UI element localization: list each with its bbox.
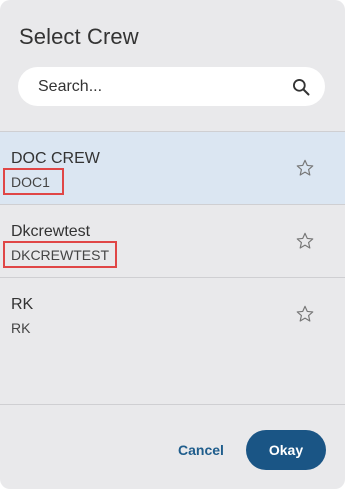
search-icon[interactable] [291, 77, 311, 97]
crew-name: Dkcrewtest [11, 223, 91, 240]
crew-name: DOC CREW [11, 150, 100, 167]
star-icon[interactable] [295, 158, 315, 178]
okay-button[interactable]: Okay [246, 430, 326, 470]
dialog-title: Select Crew [19, 24, 139, 49]
search-box[interactable] [18, 67, 325, 106]
cancel-button[interactable]: Cancel [172, 436, 230, 464]
crew-row[interactable]: DOC CREW DOC1 [0, 131, 345, 204]
highlight-box [3, 168, 64, 195]
highlight-box [3, 241, 117, 268]
crew-row[interactable]: RK RK [0, 277, 345, 350]
crew-code: RK [11, 320, 31, 336]
search-input[interactable] [38, 67, 288, 106]
select-crew-dialog: Select Crew DOC CREW DOC1 Dkcrewtest DKC… [0, 0, 345, 489]
star-icon[interactable] [295, 231, 315, 251]
star-icon[interactable] [295, 304, 315, 324]
crew-row[interactable]: Dkcrewtest DKCREWTEST [0, 204, 345, 277]
crew-list: DOC CREW DOC1 Dkcrewtest DKCREWTEST RK R… [0, 131, 345, 350]
footer-divider [0, 404, 345, 405]
crew-name: RK [11, 296, 34, 313]
